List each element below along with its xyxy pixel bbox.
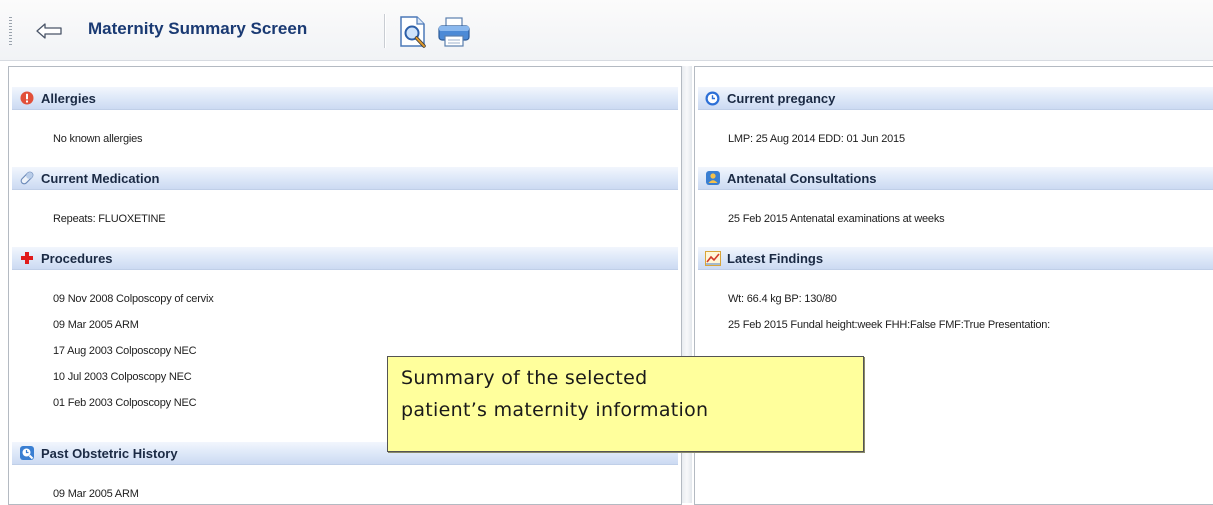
section-title-obstetric-history: Past Obstetric History	[41, 445, 178, 461]
print-preview-icon	[400, 16, 426, 48]
alert-icon	[18, 90, 35, 107]
section-header-latest-findings[interactable]: Latest Findings	[698, 247, 1213, 270]
history-icon	[18, 445, 35, 462]
list-item: 09 Mar 2005 ARM	[53, 319, 139, 331]
back-button[interactable]	[28, 18, 70, 44]
list-item: 01 Feb 2003 Colposcopy NEC	[53, 397, 197, 409]
section-header-current-pregnancy[interactable]: Current pregancy	[698, 87, 1213, 110]
list-item: 17 Aug 2003 Colposcopy NEC	[53, 345, 197, 357]
section-header-antenatal-consultations[interactable]: Antenatal Consultations	[698, 167, 1213, 190]
toolbar-grip[interactable]	[9, 17, 12, 45]
list-item: No known allergies	[53, 133, 143, 145]
clock-icon	[704, 90, 721, 107]
red-cross-icon	[18, 250, 35, 267]
section-title-procedures: Procedures	[41, 250, 113, 266]
pill-icon	[18, 170, 35, 187]
list-item: Wt: 66.4 kg BP: 130/80	[728, 293, 837, 305]
print-preview-button[interactable]	[396, 14, 432, 50]
section-title-current-pregnancy: Current pregancy	[727, 90, 836, 106]
section-header-procedures[interactable]: Procedures	[12, 247, 678, 270]
section-title-medication: Current Medication	[41, 170, 160, 186]
print-button[interactable]	[436, 14, 472, 50]
callout-line-1: Summary of the selected	[401, 367, 648, 389]
section-title-antenatal-consultations: Antenatal Consultations	[727, 170, 877, 186]
list-item: 10 Jul 2003 Colposcopy NEC	[53, 371, 192, 383]
list-item: 25 Feb 2015 Antenatal examinations at we…	[728, 213, 945, 225]
page-title: Maternity Summary Screen	[88, 19, 308, 38]
list-item: LMP: 25 Aug 2014 EDD: 01 Jun 2015	[728, 133, 905, 145]
section-title-latest-findings: Latest Findings	[727, 250, 824, 266]
toolbar: Maternity Summary Screen	[0, 0, 1213, 61]
chart-icon	[704, 250, 721, 267]
callout-line-2: patient’s maternity information	[401, 399, 709, 421]
tooltip-callout: Summary of the selected patient’s matern…	[387, 356, 864, 452]
consultation-icon	[704, 170, 721, 187]
section-title-allergies: Allergies	[41, 90, 96, 106]
section-header-medication[interactable]: Current Medication	[12, 167, 678, 190]
arrow-left-icon	[36, 23, 62, 39]
list-item: 09 Mar 2005 ARM	[53, 488, 139, 500]
toolbar-divider	[384, 14, 385, 48]
section-header-allergies[interactable]: Allergies	[12, 87, 678, 110]
list-item: 09 Nov 2008 Colposcopy of cervix	[53, 293, 214, 305]
printer-icon	[438, 17, 470, 47]
list-item: 25 Feb 2015 Fundal height:week FHH:False…	[728, 319, 1051, 331]
list-item: Repeats: FLUOXETINE	[53, 213, 166, 225]
